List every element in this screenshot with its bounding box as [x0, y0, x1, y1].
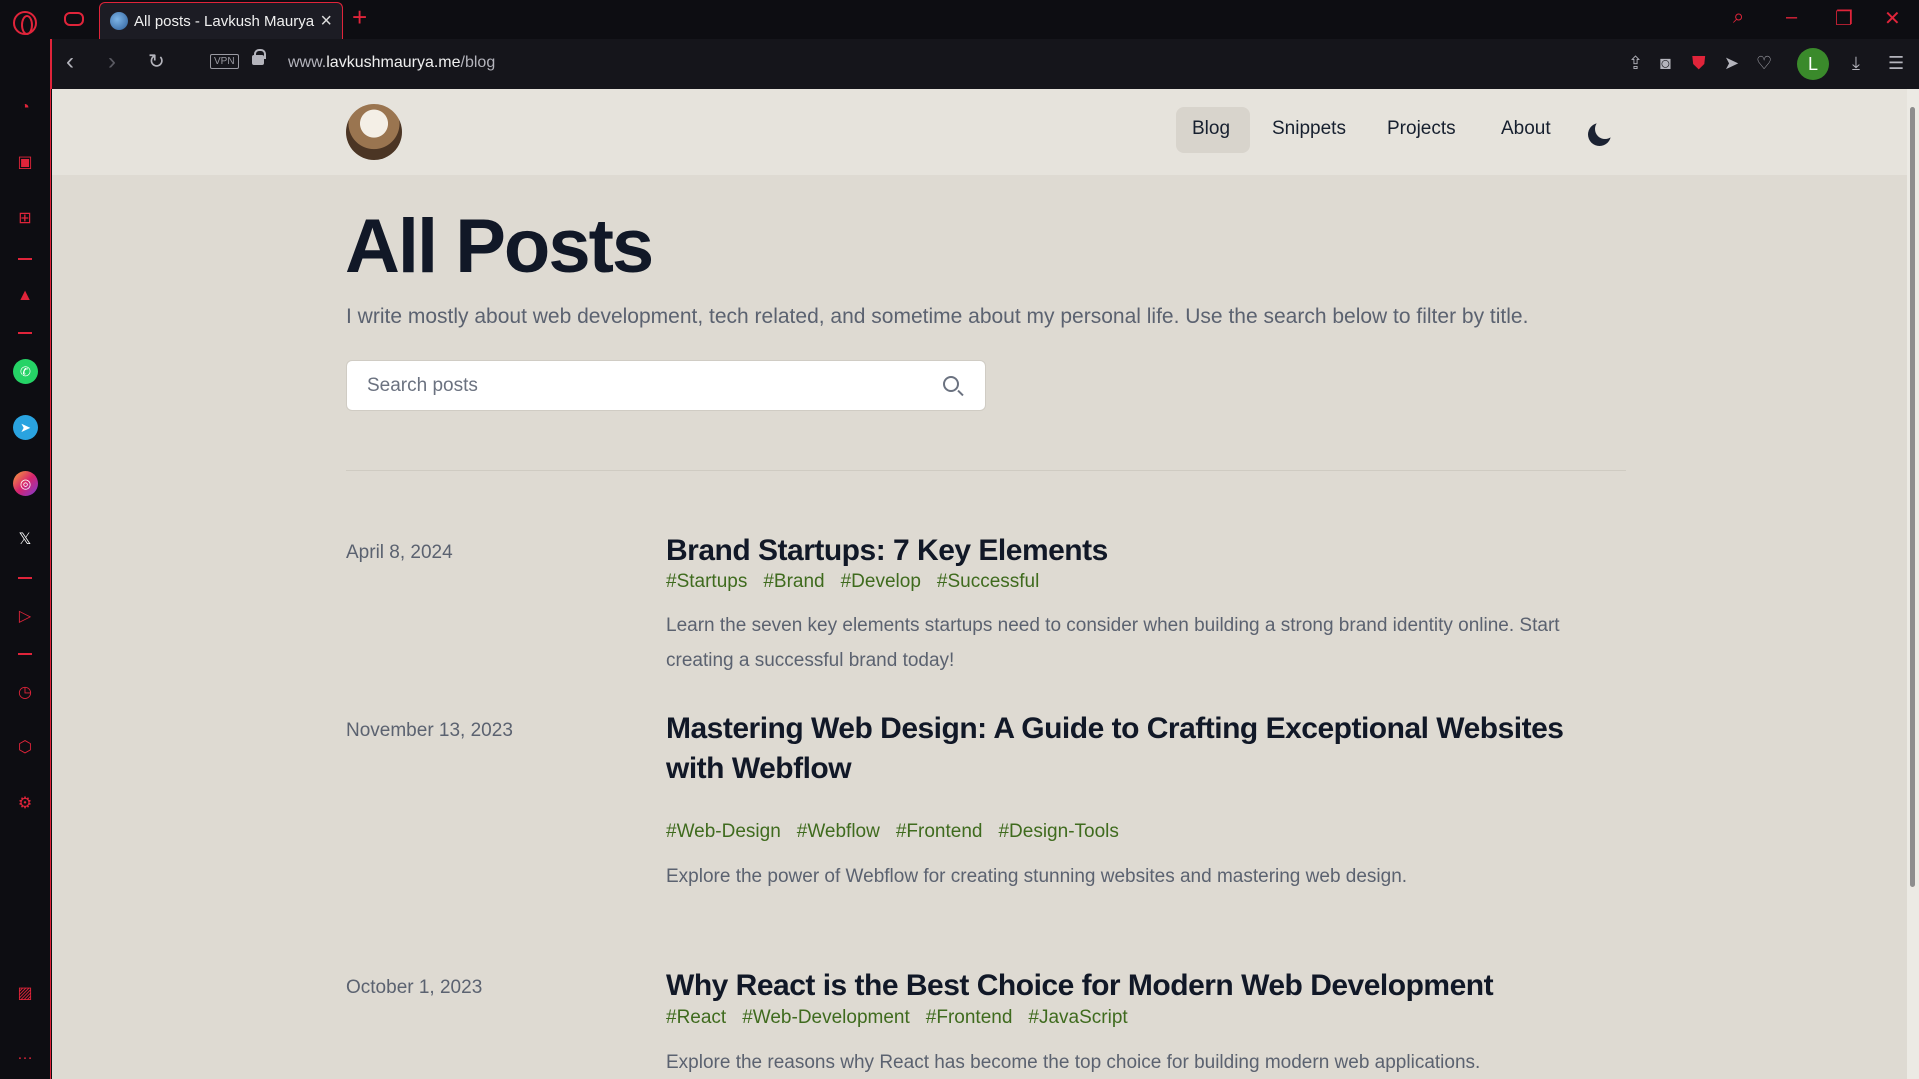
- camera-icon[interactable]: ◙: [1660, 53, 1671, 73]
- post-date: April 8, 2024: [346, 542, 453, 563]
- share-icon[interactable]: ⇪: [1628, 53, 1643, 73]
- url-path: /blog: [460, 54, 496, 71]
- send-icon[interactable]: ➤: [1724, 53, 1739, 73]
- post-tag[interactable]: #Webflow: [797, 821, 880, 843]
- history-icon[interactable]: ◷: [13, 681, 37, 705]
- post-description: Explore the power of Webflow for creatin…: [666, 866, 1408, 887]
- tab-title: All posts - Lavkush Maurya: [134, 12, 315, 30]
- sidebar-separator: [18, 577, 32, 579]
- search-icon: [943, 376, 959, 392]
- nav-projects[interactable]: Projects: [1387, 118, 1456, 140]
- heart-icon[interactable]: ♡: [1756, 53, 1772, 73]
- post-tag[interactable]: #Frontend: [896, 821, 983, 843]
- active-tab[interactable]: All posts - Lavkush Maurya ×: [99, 2, 343, 39]
- post-tag[interactable]: #Brand: [763, 571, 824, 593]
- nav-blog[interactable]: Blog: [1192, 118, 1230, 140]
- vpn-badge[interactable]: VPN: [210, 54, 239, 69]
- post-tags: #React #Web-Development #Frontend #JavaS…: [666, 1007, 1128, 1029]
- post-title[interactable]: Why React is the Best Choice for Modern …: [666, 966, 1626, 1006]
- post-tag[interactable]: #React: [666, 1007, 726, 1029]
- sidebar-separator: [18, 258, 32, 260]
- telegram-icon[interactable]: ➤: [13, 415, 38, 440]
- post-tags: #Startups #Brand #Develop #Successful: [666, 571, 1039, 593]
- page-intro: I write mostly about web development, te…: [346, 305, 1529, 328]
- post-description: Learn the seven key elements startups ne…: [666, 615, 1560, 671]
- search-box[interactable]: [346, 360, 986, 411]
- dark-mode-moon-icon[interactable]: [1588, 119, 1615, 146]
- post-tag[interactable]: #Develop: [841, 571, 921, 593]
- gaming-controller-icon[interactable]: [64, 12, 84, 26]
- search-input[interactable]: [367, 375, 927, 397]
- lock-icon[interactable]: [252, 49, 266, 65]
- post-tags: #Web-Design #Webflow #Frontend #Design-T…: [666, 821, 1119, 843]
- page-title: All Posts: [345, 204, 654, 289]
- close-window-icon[interactable]: ✕: [1884, 6, 1901, 31]
- sidebar-separator: [18, 332, 32, 334]
- url-field[interactable]: www.lavkushmaurya.me/blog: [288, 54, 495, 72]
- adblock-shield-icon[interactable]: ⛊: [1692, 53, 1706, 73]
- post-tag[interactable]: #Web-Design: [666, 821, 781, 843]
- extensions-cube-icon[interactable]: ⬡: [13, 736, 37, 760]
- download-icon[interactable]: ⤓: [1852, 53, 1860, 73]
- favicon-icon: [110, 12, 128, 30]
- search-tabs-icon[interactable]: ⌕: [1733, 6, 1744, 29]
- close-tab-icon[interactable]: ×: [320, 11, 332, 31]
- more-icon[interactable]: …: [13, 1043, 37, 1067]
- post-tag[interactable]: #Frontend: [926, 1007, 1013, 1029]
- restore-icon[interactable]: ❐: [1835, 6, 1853, 31]
- whatsapp-icon[interactable]: ✆: [13, 359, 38, 384]
- page-scrollbar[interactable]: [1907, 89, 1919, 1079]
- easy-setup-icon[interactable]: ☰: [1888, 53, 1904, 73]
- page-viewport: Blog Snippets Projects About All Posts I…: [52, 89, 1907, 1079]
- post-tag[interactable]: #Design-Tools: [998, 821, 1118, 843]
- post-description: Explore the reasons why React has become…: [666, 1052, 1481, 1073]
- post-tag[interactable]: #JavaScript: [1028, 1007, 1127, 1029]
- x-twitter-icon[interactable]: 𝕏: [13, 528, 37, 552]
- post-tag[interactable]: #Web-Development: [742, 1007, 910, 1029]
- opera-logo-icon[interactable]: [13, 11, 37, 35]
- gx-control-icon[interactable]: ▣: [13, 151, 37, 175]
- new-tab-button[interactable]: +: [352, 4, 367, 30]
- nav-snippets[interactable]: Snippets: [1272, 118, 1346, 140]
- minimize-icon[interactable]: –: [1786, 6, 1797, 29]
- site-header: Blog Snippets Projects About: [52, 89, 1907, 175]
- tab-bar: All posts - Lavkush Maurya × + ⌕ – ❐ ✕: [0, 0, 1919, 39]
- scrollbar-thumb[interactable]: [1910, 107, 1915, 887]
- post-tag[interactable]: #Startups: [666, 571, 747, 593]
- profile-avatar[interactable]: L: [1797, 48, 1829, 80]
- post-title[interactable]: Brand Startups: 7 Key Elements: [666, 531, 1626, 571]
- instagram-icon[interactable]: ◎: [13, 471, 38, 496]
- site-logo-avatar[interactable]: [346, 104, 402, 160]
- back-icon[interactable]: ‹: [66, 49, 74, 75]
- forward-icon[interactable]: ›: [108, 49, 116, 75]
- nav-about[interactable]: About: [1501, 118, 1551, 140]
- settings-gear-icon[interactable]: ⚙: [13, 792, 37, 816]
- url-domain: lavkushmaurya.me: [326, 54, 461, 71]
- address-bar: ‹ › ↻ VPN www.lavkushmaurya.me/blog ⇪ ◙ …: [51, 39, 1919, 89]
- post-title[interactable]: Mastering Web Design: A Guide to Craftin…: [666, 709, 1626, 789]
- player-icon[interactable]: ▷: [13, 605, 37, 629]
- post-date: October 1, 2023: [346, 977, 483, 998]
- aria-icon[interactable]: ▲: [13, 284, 37, 308]
- speed-dial-icon[interactable]: ◔: [13, 96, 37, 120]
- reload-icon[interactable]: ↻: [148, 49, 165, 75]
- wallpaper-icon[interactable]: ▨: [13, 982, 37, 1006]
- post-date: November 13, 2023: [346, 720, 513, 741]
- gx-corner-icon[interactable]: ⊞: [13, 207, 37, 231]
- post-tag[interactable]: #Successful: [937, 571, 1039, 593]
- browser-sidebar: ◔ ▣ ⊞ ▲ ✆ ➤ ◎ 𝕏 ▷ ◷ ⬡ ⚙ ▨ …: [0, 39, 51, 1079]
- divider: [346, 470, 1626, 471]
- url-prefix: www.: [288, 54, 327, 71]
- sidebar-separator: [18, 653, 32, 655]
